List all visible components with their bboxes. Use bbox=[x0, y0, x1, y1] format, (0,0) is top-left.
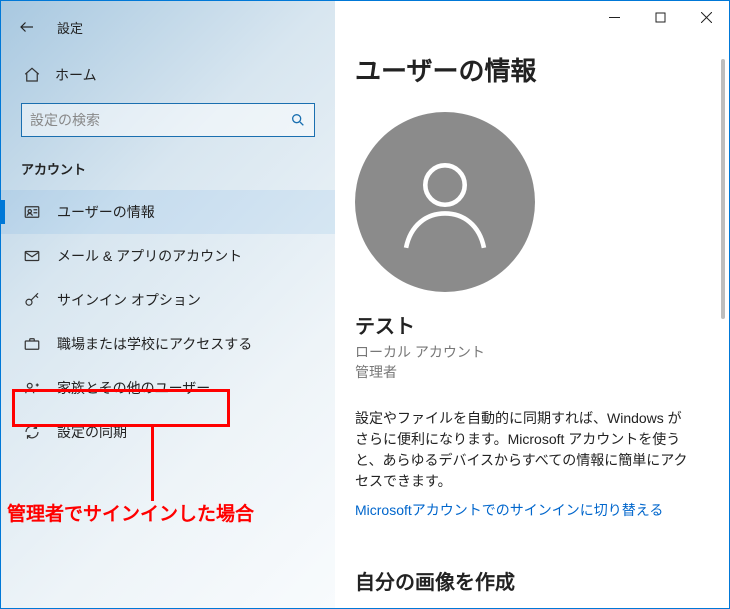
nav-label: 設定の同期 bbox=[57, 422, 127, 442]
section-title: アカウント bbox=[1, 137, 335, 184]
description: 設定やファイルを自動的に同期すれば、Windows がさらに便利になります。Mi… bbox=[355, 408, 689, 492]
username: テスト bbox=[355, 310, 689, 339]
nav-item-signin-options[interactable]: サインイン オプション bbox=[1, 278, 335, 322]
briefcase-icon bbox=[23, 335, 41, 353]
sync-icon bbox=[23, 423, 41, 441]
nav: ユーザーの情報 メール & アプリのアカウント bbox=[1, 190, 335, 454]
scrollbar[interactable] bbox=[721, 59, 727, 600]
topbar: 設定 bbox=[1, 7, 335, 47]
nav-label: メール & アプリのアカウント bbox=[57, 246, 242, 266]
home-button[interactable]: ホーム bbox=[1, 55, 335, 95]
nav-item-work-school[interactable]: 職場または学校にアクセスする bbox=[1, 322, 335, 366]
arrow-left-icon bbox=[18, 18, 36, 36]
account-type: ローカル アカウント bbox=[355, 343, 689, 363]
nav-label: 家族とその他のユーザー bbox=[57, 378, 210, 398]
content-pane: ユーザーの情報 テスト ローカル アカウント 管理者 設定やファイルを自動的に同… bbox=[335, 1, 729, 608]
nav-item-sync-settings[interactable]: 設定の同期 bbox=[1, 410, 335, 454]
user-card-icon bbox=[23, 203, 41, 221]
nav-label: 職場または学校にアクセスする bbox=[57, 334, 252, 354]
back-button[interactable] bbox=[17, 17, 37, 37]
switch-to-ms-account-link[interactable]: Microsoftアカウントでのサインインに切り替える bbox=[355, 500, 689, 520]
nav-item-family-other-users[interactable]: 家族とその他のユーザー bbox=[1, 366, 335, 410]
mail-icon bbox=[23, 247, 41, 265]
subheading-create-picture: 自分の画像を作成 bbox=[355, 566, 689, 595]
search-wrap bbox=[1, 95, 335, 137]
sidebar: 設定 ホーム アカウント bbox=[1, 1, 335, 608]
home-label: ホーム bbox=[55, 65, 97, 85]
settings-window: 設定 ホーム アカウント bbox=[0, 0, 730, 609]
search-icon bbox=[290, 112, 306, 128]
window-title: 設定 bbox=[57, 18, 83, 37]
page-title: ユーザーの情報 bbox=[355, 51, 689, 88]
person-icon bbox=[390, 147, 500, 257]
scrollbar-thumb[interactable] bbox=[721, 59, 725, 319]
avatar-wrap bbox=[355, 112, 689, 292]
home-icon bbox=[23, 66, 41, 84]
key-icon bbox=[23, 291, 41, 309]
search-input[interactable] bbox=[30, 112, 290, 128]
main-scroll: ユーザーの情報 テスト ローカル アカウント 管理者 設定やファイルを自動的に同… bbox=[335, 1, 719, 608]
search-box[interactable] bbox=[21, 103, 315, 137]
family-icon bbox=[23, 379, 41, 397]
nav-label: サインイン オプション bbox=[57, 290, 201, 310]
nav-item-user-info[interactable]: ユーザーの情報 bbox=[1, 190, 335, 234]
annotation-text: 管理者でサインインした場合 bbox=[7, 499, 254, 526]
account-role: 管理者 bbox=[355, 363, 689, 383]
nav-label: ユーザーの情報 bbox=[57, 202, 155, 222]
nav-item-email-accounts[interactable]: メール & アプリのアカウント bbox=[1, 234, 335, 278]
avatar bbox=[355, 112, 535, 292]
